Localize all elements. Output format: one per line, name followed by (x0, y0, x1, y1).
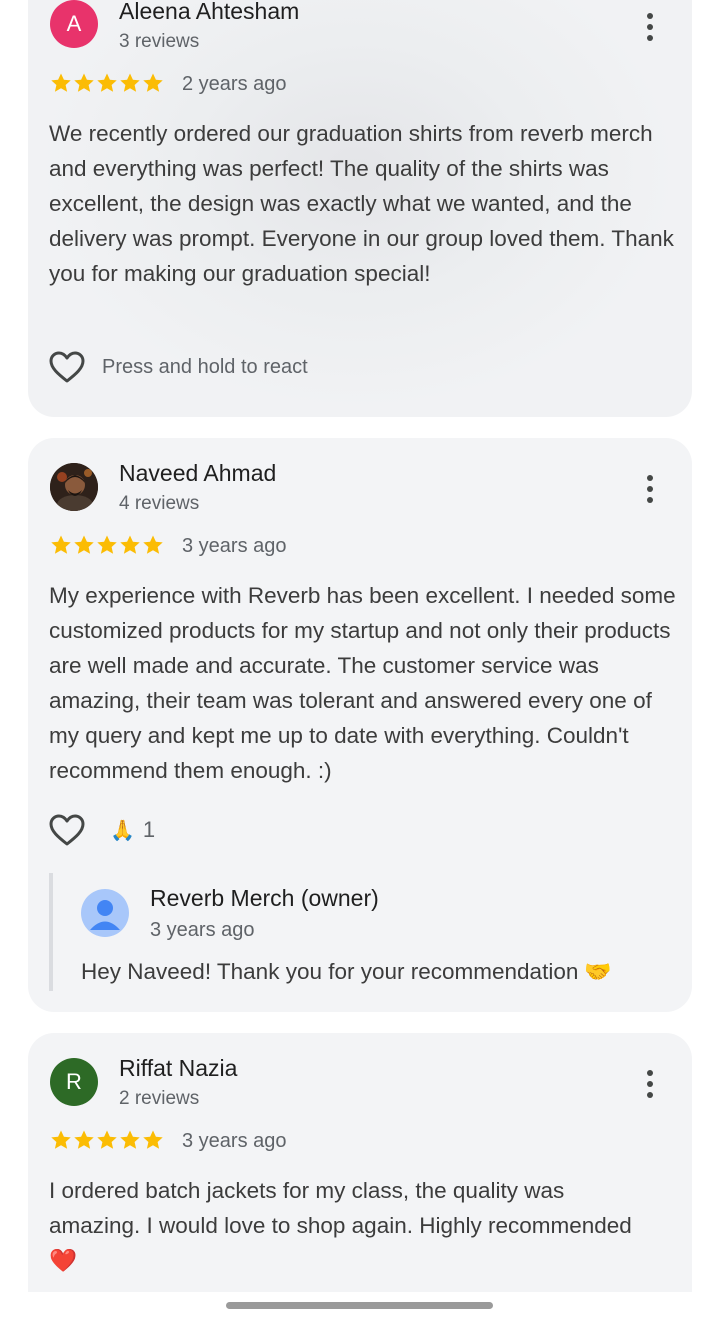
star-icon (51, 535, 71, 554)
avatar[interactable]: R (50, 1058, 98, 1106)
handshake-emoji: 🤝 (584, 960, 612, 985)
more-options-icon[interactable] (638, 10, 662, 44)
heart-outline-icon (49, 814, 85, 846)
review-count: 3 reviews (119, 31, 200, 52)
review-author[interactable]: Riffat Nazia (119, 1055, 237, 1082)
heart-outline-icon (49, 351, 85, 383)
review-date: 2 years ago (182, 73, 287, 95)
more-options-icon[interactable] (638, 1067, 662, 1101)
react-label: Press and hold to react (102, 355, 308, 378)
reaction-emoji[interactable]: 🙏 (110, 818, 135, 842)
red-heart-emoji: ❤️ (49, 1248, 78, 1274)
more-options-icon[interactable] (638, 472, 662, 506)
review-text: My experience with Reverb has been excel… (49, 583, 676, 783)
default-avatar-icon (81, 889, 129, 937)
star-rating (49, 71, 164, 95)
star-icon (51, 73, 71, 92)
star-icon (120, 535, 140, 554)
reply-text: Hey Naveed! Thank you for your recommend… (81, 959, 612, 985)
review-count: 2 reviews (119, 1088, 200, 1109)
star-icon (120, 1130, 140, 1149)
review-date: 3 years ago (182, 1130, 287, 1152)
review-card: R Riffat Nazia 2 reviews 3 years ago I o… (28, 1033, 692, 1292)
star-icon (97, 535, 117, 554)
avatar[interactable]: A (50, 0, 98, 48)
reply-date: 3 years ago (150, 919, 255, 941)
review-author[interactable]: Aleena Ahtesham (119, 0, 299, 25)
star-icon (97, 1130, 117, 1149)
review-text: I ordered batch jackets for my class, th… (49, 1178, 632, 1274)
star-rating (49, 533, 164, 557)
review-date: 3 years ago (182, 535, 287, 557)
star-icon (143, 73, 163, 92)
review-count: 4 reviews (119, 493, 200, 514)
star-icon (51, 1130, 71, 1149)
gesture-home-bar[interactable] (226, 1302, 493, 1309)
review-text: We recently ordered our graduation shirt… (49, 121, 674, 286)
star-icon (120, 73, 140, 92)
avatar[interactable] (50, 463, 98, 511)
star-icon (74, 1130, 94, 1149)
reply-author: Reverb Merch (owner) (150, 885, 379, 911)
review-author[interactable]: Naveed Ahmad (119, 460, 276, 487)
review-card: A Aleena Ahtesham 3 reviews 2 years ago … (28, 0, 692, 417)
review-card: Naveed Ahmad 4 reviews 3 years ago My ex… (28, 438, 692, 1012)
react-button[interactable]: 🙏 1 (48, 813, 155, 847)
star-icon (143, 1130, 163, 1149)
star-icon (97, 73, 117, 92)
react-button[interactable]: Press and hold to react (48, 350, 308, 384)
owner-reply: Reverb Merch (owner) 3 years ago Hey Nav… (49, 873, 673, 991)
star-icon (143, 535, 163, 554)
star-rating (49, 1128, 164, 1152)
star-icon (74, 73, 94, 92)
star-icon (74, 535, 94, 554)
reaction-count: 1 (142, 817, 156, 842)
profile-photo (50, 463, 98, 511)
